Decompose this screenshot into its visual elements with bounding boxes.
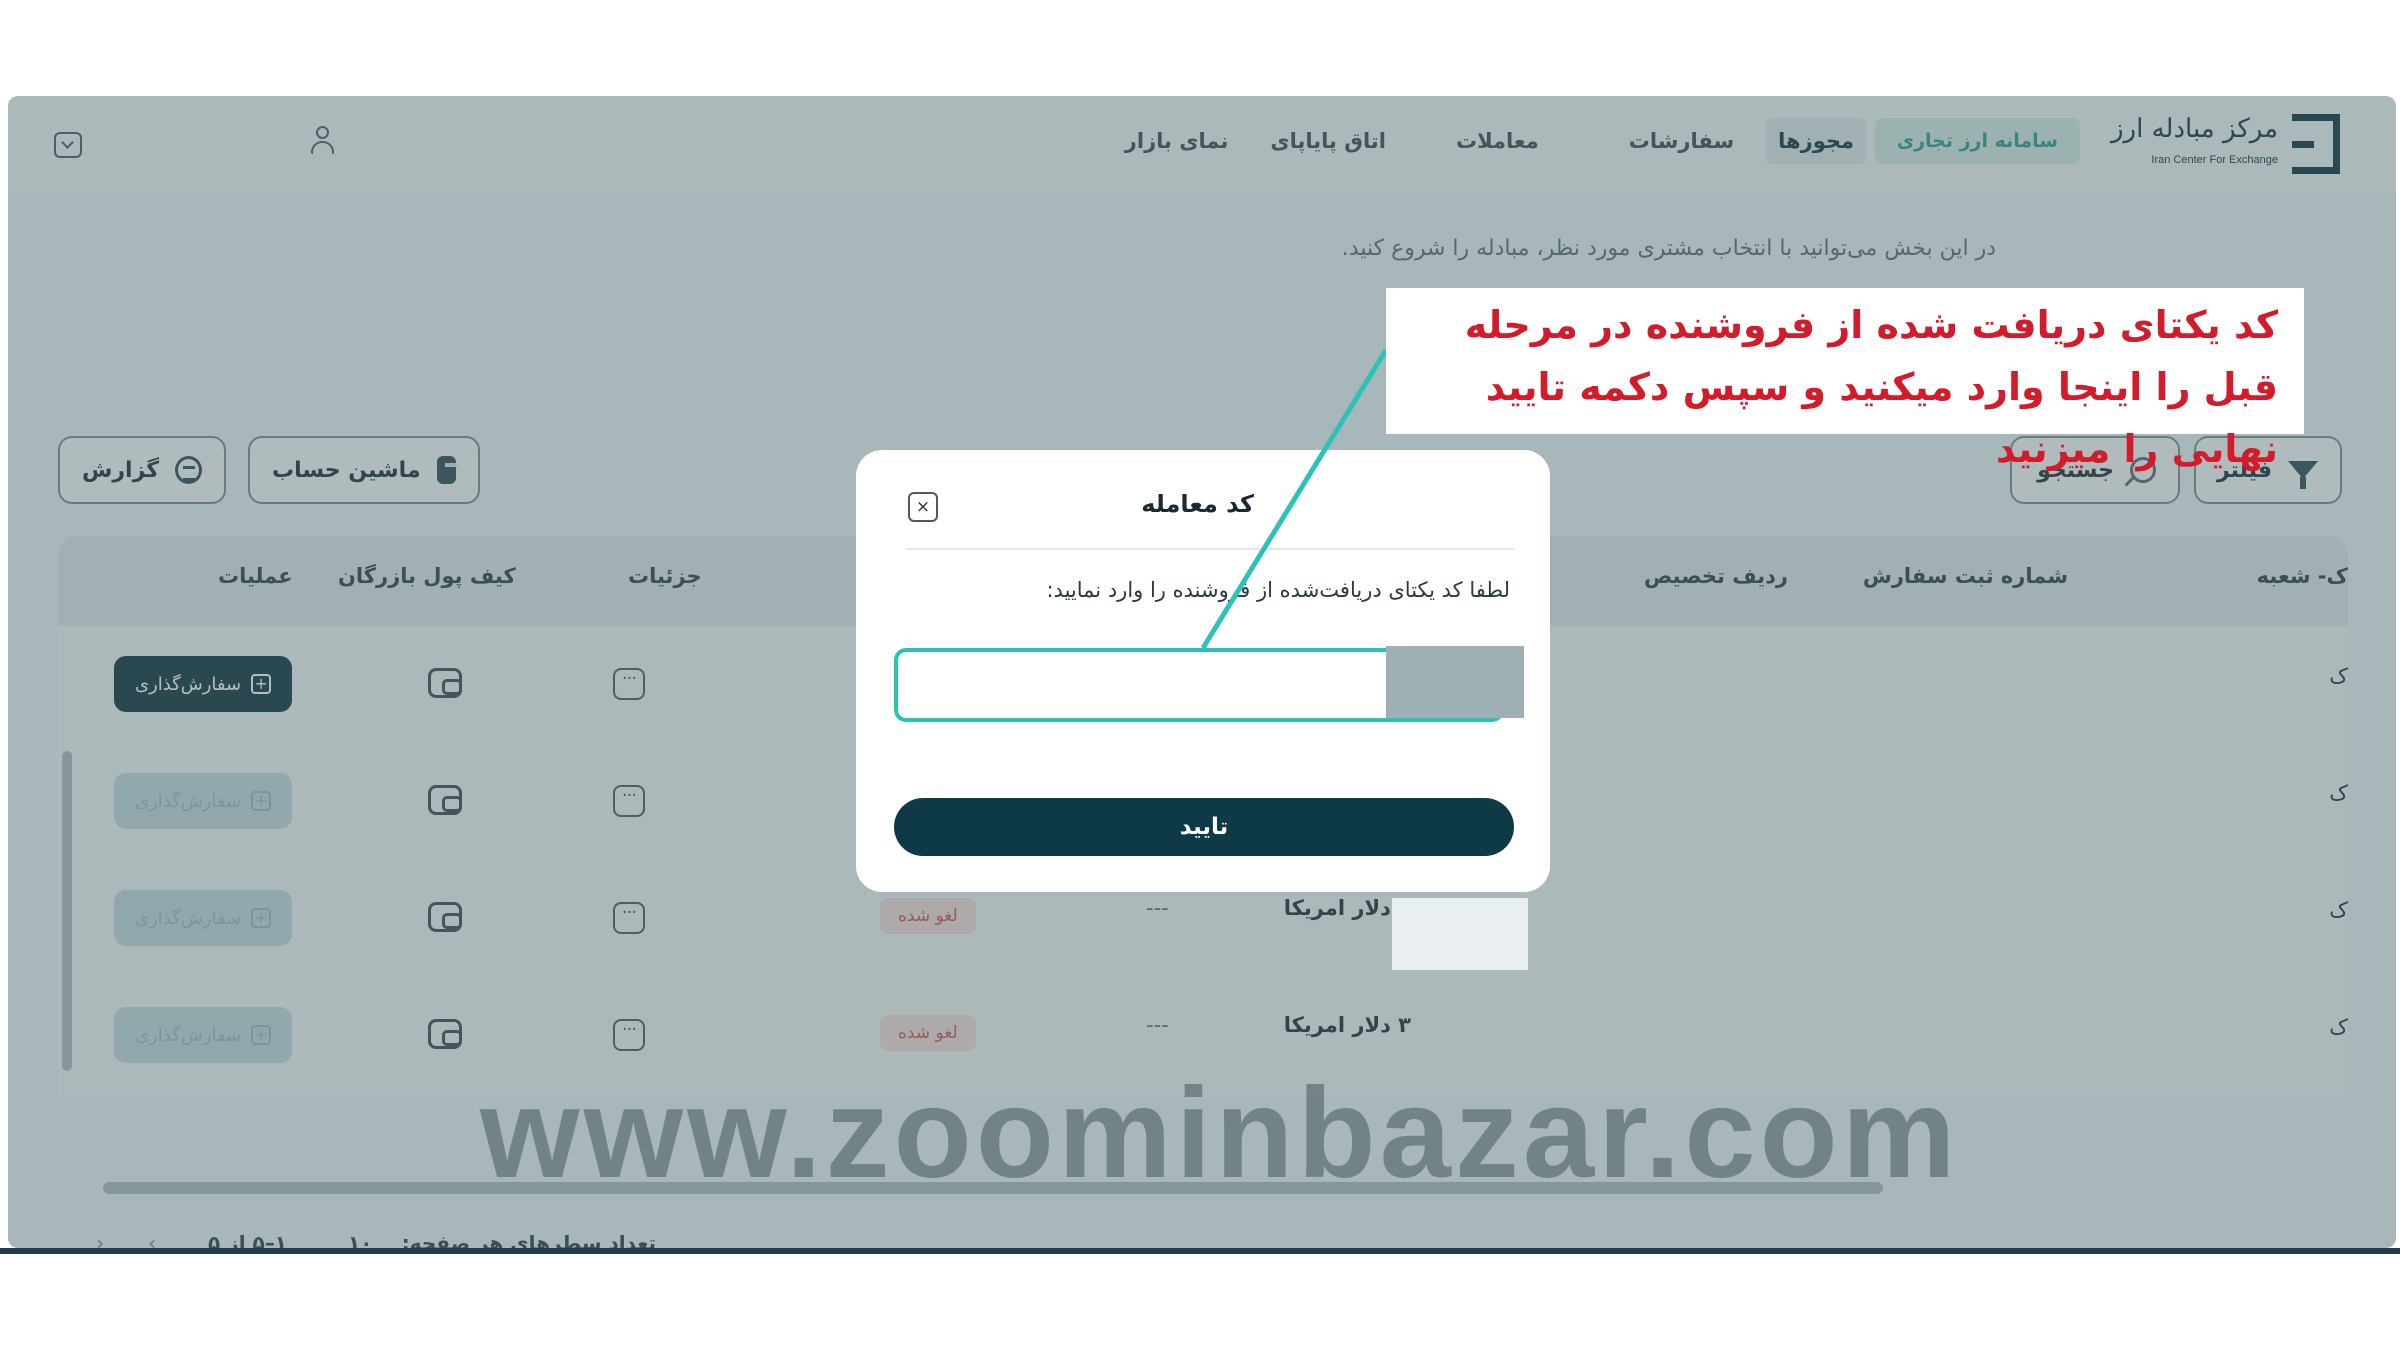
bottom-border bbox=[0, 1248, 2400, 1254]
input-mask bbox=[1386, 646, 1524, 718]
screenshot-stage: مرکز مبادله ارز Iran Center For Exchange… bbox=[0, 0, 2400, 1350]
dialog-divider bbox=[906, 548, 1514, 550]
row-highlight-patch bbox=[1392, 898, 1528, 970]
callout-text: کد یکتای دریافت شده از فروشنده در مرحله … bbox=[1464, 303, 2278, 471]
confirm-button[interactable]: تایید bbox=[894, 798, 1514, 856]
close-icon[interactable]: × bbox=[908, 492, 938, 522]
watermark-text: www.zoominbazar.com bbox=[480, 1062, 1960, 1205]
deal-code-dialog: کد معامله × لطفا کد یکتای دریافت‌شده از … bbox=[856, 450, 1550, 892]
instruction-callout: کد یکتای دریافت شده از فروشنده در مرحله … bbox=[1386, 288, 2304, 471]
dialog-title: کد معامله bbox=[1141, 490, 1254, 518]
dialog-prompt: لطفا کد یکتای دریافت‌شده از فروشنده را و… bbox=[1046, 578, 1510, 602]
